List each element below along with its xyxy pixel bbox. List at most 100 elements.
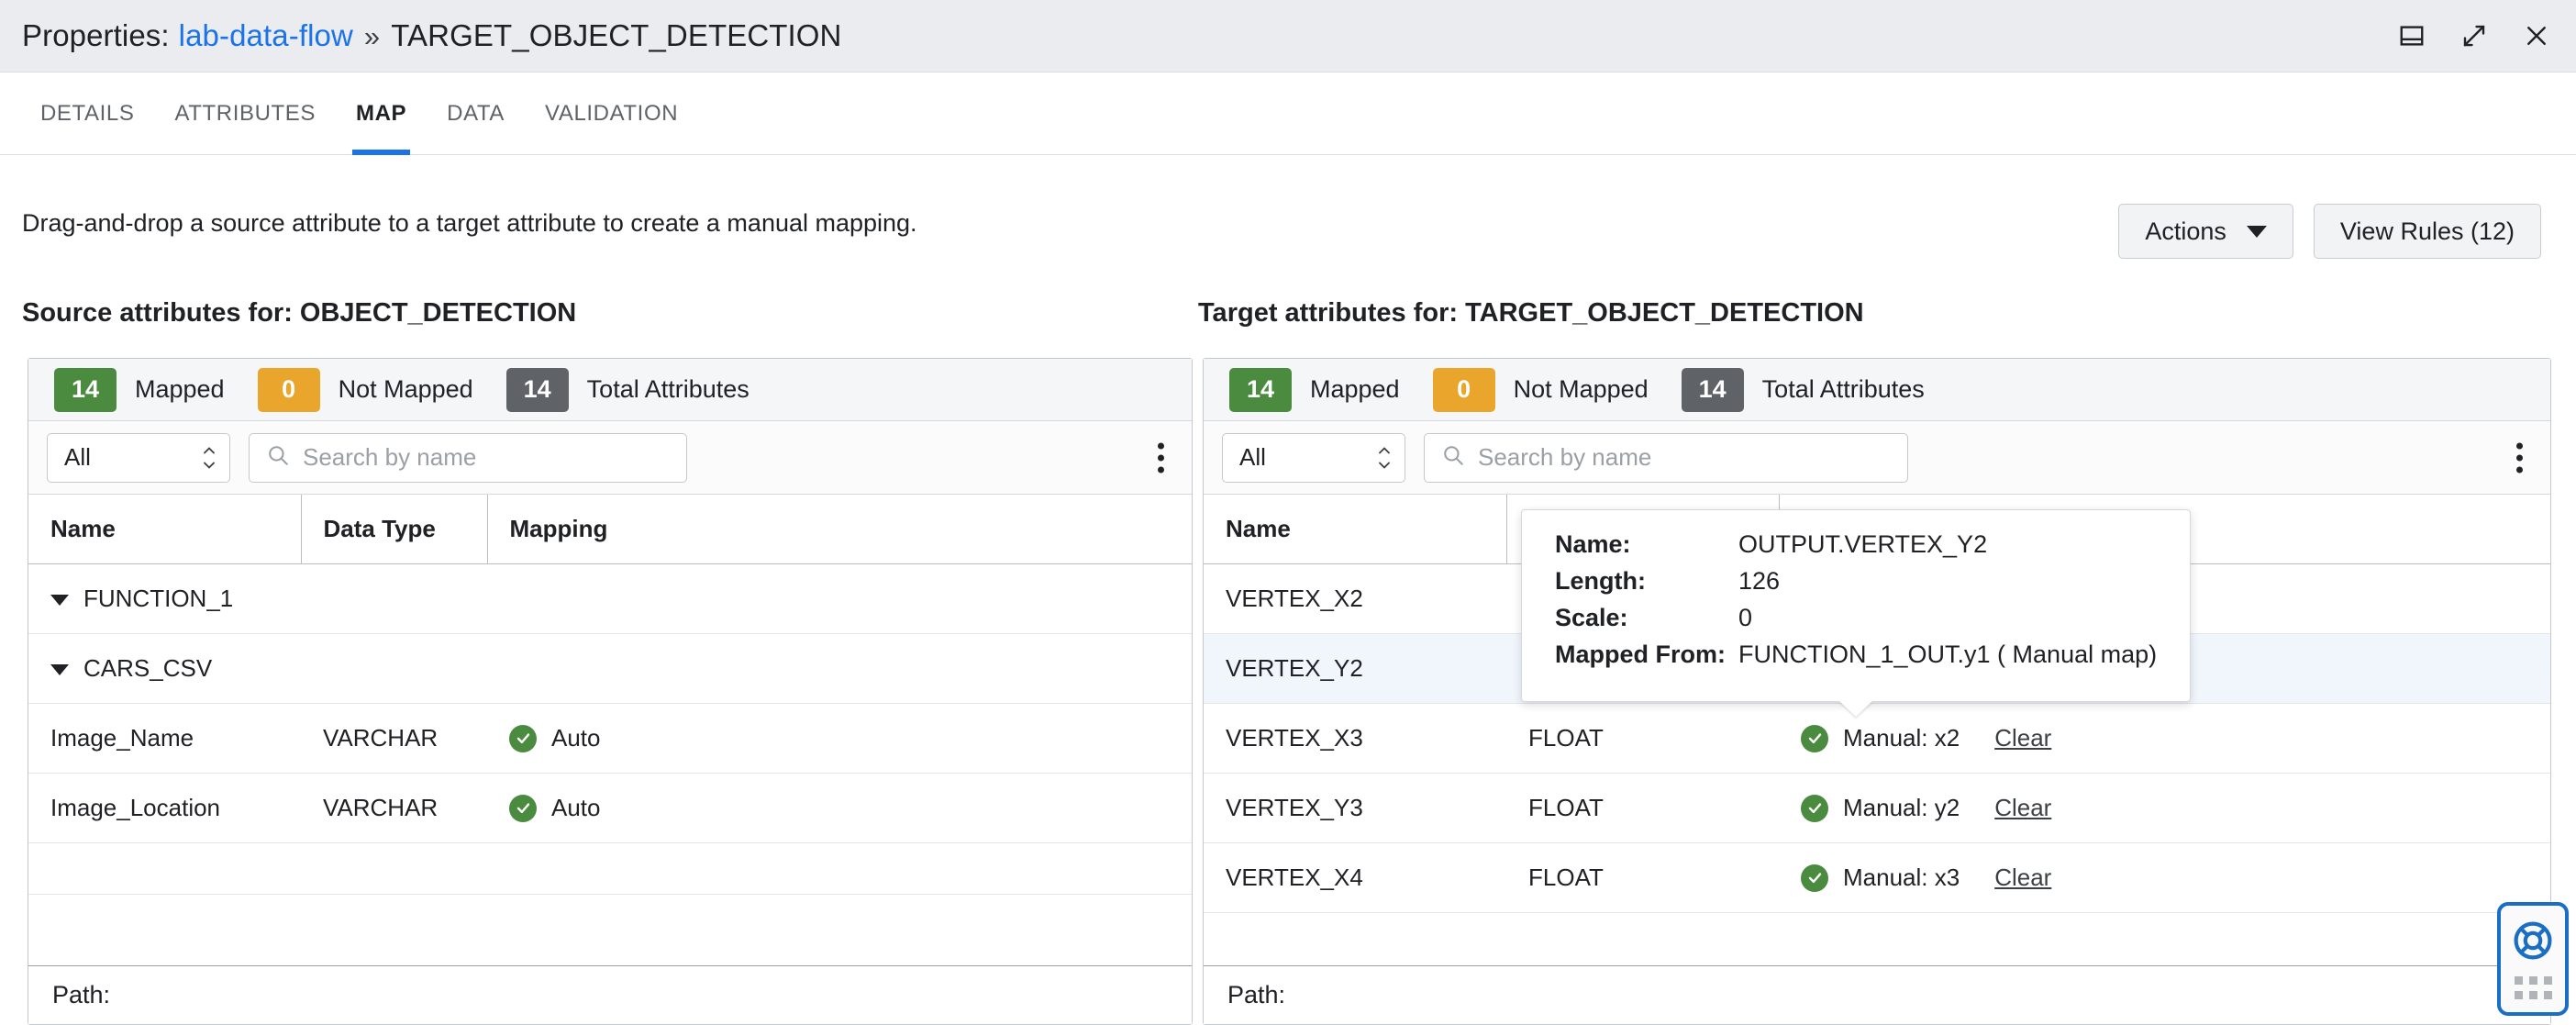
source-search-input[interactable]: Search by name [249, 432, 687, 483]
source-stat-mapped: 14 Mapped [54, 367, 225, 412]
source-row-mapping-text: Auto [551, 794, 601, 821]
lifebuoy-icon[interactable] [2511, 919, 2555, 967]
expand-icon[interactable] [2459, 20, 2490, 51]
mapped-check-icon [509, 724, 537, 752]
window-controls [2396, 20, 2552, 51]
clear-mapping-link[interactable]: Clear [1994, 724, 2051, 752]
table-row[interactable]: FUNCTION_1 [28, 563, 1192, 634]
mapped-check-icon [1801, 794, 1828, 822]
target-search-placeholder: Search by name [1478, 443, 1652, 471]
table-row[interactable]: VERTEX_X4 FLOAT Manual: x3 Clear [1204, 842, 2550, 913]
source-row-mapping: Auto [487, 703, 1192, 774]
target-filter-row: All Search by name [1204, 421, 2550, 495]
source-col-mapping: Mapping [486, 495, 1192, 564]
breadcrumb: Properties: lab-data-flow » TARGET_OBJEC… [22, 18, 842, 53]
instruction-text: Drag-and-drop a source attribute to a ta… [22, 209, 917, 237]
tab-map[interactable]: MAP [336, 72, 427, 155]
table-row[interactable] [28, 842, 1192, 895]
tab-validation[interactable]: VALIDATION [525, 72, 698, 155]
chevron-down-icon [2246, 225, 2267, 238]
source-more-options-icon[interactable] [1152, 437, 1170, 478]
clear-mapping-link[interactable]: Clear [1994, 794, 2051, 822]
tree-collapse-icon[interactable] [50, 664, 69, 676]
source-filter-row: All Search by name [28, 421, 1192, 495]
target-row-name: VERTEX_X4 [1204, 842, 1506, 913]
target-stat-not-mapped: 0 Not Mapped [1432, 367, 1649, 412]
source-filter-select[interactable]: All [47, 432, 230, 483]
actions-button[interactable]: Actions [2118, 204, 2293, 259]
target-stats-bar: 14 Mapped 0 Not Mapped 14 Total Attribut… [1204, 359, 2550, 421]
tooltip-mapped-from-key: Mapped From: [1555, 641, 1726, 668]
dock-panel-icon[interactable] [2396, 20, 2427, 51]
table-row[interactable]: VERTEX_Y3 FLOAT Manual: y2 Clear [1204, 773, 2550, 843]
source-row-name: CARS_CSV [28, 633, 301, 704]
attribute-tooltip: Name: OUTPUT.VERTEX_Y2 Length: 126 Scale… [1521, 509, 2191, 717]
table-row[interactable]: Image_Name VARCHAR Auto [28, 703, 1192, 774]
source-not-mapped-label: Not Mapped [338, 375, 473, 403]
mapped-check-icon [1801, 724, 1828, 752]
source-mapped-badge: 14 [54, 367, 117, 412]
tooltip-arrow-icon [1839, 701, 1872, 717]
source-filter-value: All [64, 443, 91, 471]
table-row[interactable]: Image_Location VARCHAR Auto [28, 773, 1192, 843]
target-filter-select[interactable]: All [1222, 432, 1405, 483]
target-row-name: VERTEX_X2 [1204, 563, 1506, 634]
tooltip-length-key: Length: [1555, 567, 1646, 595]
source-row-name: Image_Name [28, 703, 301, 774]
tooltip-length-value: 126 [1738, 567, 1781, 595]
source-stats-bar: 14 Mapped 0 Not Mapped 14 Total Attribut… [28, 359, 1192, 421]
mapped-check-icon [509, 794, 537, 822]
target-row-mapping: Manual: y2 Clear [1779, 773, 2550, 843]
source-attributes-table: Name Data Type Mapping FUNCTION_1 CARS_C… [28, 495, 1192, 895]
source-total-badge: 14 [505, 367, 569, 412]
source-path-bar: Path: [28, 965, 1192, 1024]
table-row[interactable]: VERTEX_X3 FLOAT Manual: x2 Clear [1204, 703, 2550, 774]
target-col-name: Name [1204, 495, 1506, 564]
drag-handle-dots-icon[interactable] [2514, 976, 2552, 999]
source-not-mapped-badge: 0 [257, 367, 320, 412]
target-row-mapping: Manual: x3 Clear [1779, 842, 2550, 913]
source-row-name: FUNCTION_1 [28, 563, 301, 634]
target-not-mapped-badge: 0 [1432, 367, 1495, 412]
breadcrumb-separator-icon: » [363, 20, 381, 52]
tab-attributes[interactable]: ATTRIBUTES [154, 72, 336, 155]
breadcrumb-link-lab-data-flow[interactable]: lab-data-flow [179, 18, 353, 53]
target-more-options-icon[interactable] [2511, 437, 2528, 478]
target-row-name: VERTEX_Y2 [1204, 633, 1506, 704]
source-stat-not-mapped: 0 Not Mapped [257, 367, 473, 412]
source-row-data-type: VARCHAR [301, 773, 487, 843]
target-row-mapping: Manual: x2 Clear [1779, 703, 2550, 774]
tab-data[interactable]: DATA [427, 72, 525, 155]
tooltip-scale-key: Scale: [1555, 604, 1628, 631]
source-row-data-type [301, 842, 487, 895]
tooltip-scale-value: 0 [1738, 604, 1753, 631]
source-panel-title: Source attributes for: OBJECT_DETECTION [22, 298, 577, 328]
source-mapped-label: Mapped [135, 375, 225, 403]
source-stat-total: 14 Total Attributes [505, 367, 749, 412]
source-col-data-type: Data Type [300, 495, 487, 564]
source-row-data-type: VARCHAR [301, 703, 487, 774]
source-row-mapping [487, 633, 1192, 704]
target-row-name: VERTEX_X3 [1204, 703, 1506, 774]
tab-details[interactable]: DETAILS [20, 72, 154, 155]
view-rules-button[interactable]: View Rules (12) [2313, 204, 2541, 259]
help-widget[interactable] [2497, 902, 2569, 1016]
target-mapped-badge: 14 [1229, 367, 1292, 412]
clear-mapping-link[interactable]: Clear [1994, 863, 2051, 892]
source-table-scroll[interactable]: Name Data Type Mapping FUNCTION_1 CARS_C… [28, 495, 1192, 965]
breadcrumb-current: TARGET_OBJECT_DETECTION [391, 18, 842, 52]
source-row-mapping-text: Auto [551, 724, 601, 752]
target-total-label: Total Attributes [1761, 375, 1925, 403]
search-icon [266, 443, 290, 472]
target-search-input[interactable]: Search by name [1424, 432, 1908, 483]
target-path-bar: Path: [1204, 965, 2550, 1024]
toolbar-buttons: Actions View Rules (12) [2118, 204, 2541, 259]
source-row-mapping: Auto [487, 773, 1192, 843]
target-row-data-type: FLOAT [1506, 703, 1779, 774]
source-row-mapping [487, 563, 1192, 634]
table-row[interactable]: CARS_CSV [28, 633, 1192, 704]
tooltip-length-row: Length: 126 [1555, 567, 2162, 596]
tooltip-mapped-from-value: FUNCTION_1_OUT.y1 ( Manual map) [1738, 641, 2158, 668]
tree-collapse-icon[interactable] [50, 595, 69, 607]
close-icon[interactable] [2521, 20, 2552, 51]
